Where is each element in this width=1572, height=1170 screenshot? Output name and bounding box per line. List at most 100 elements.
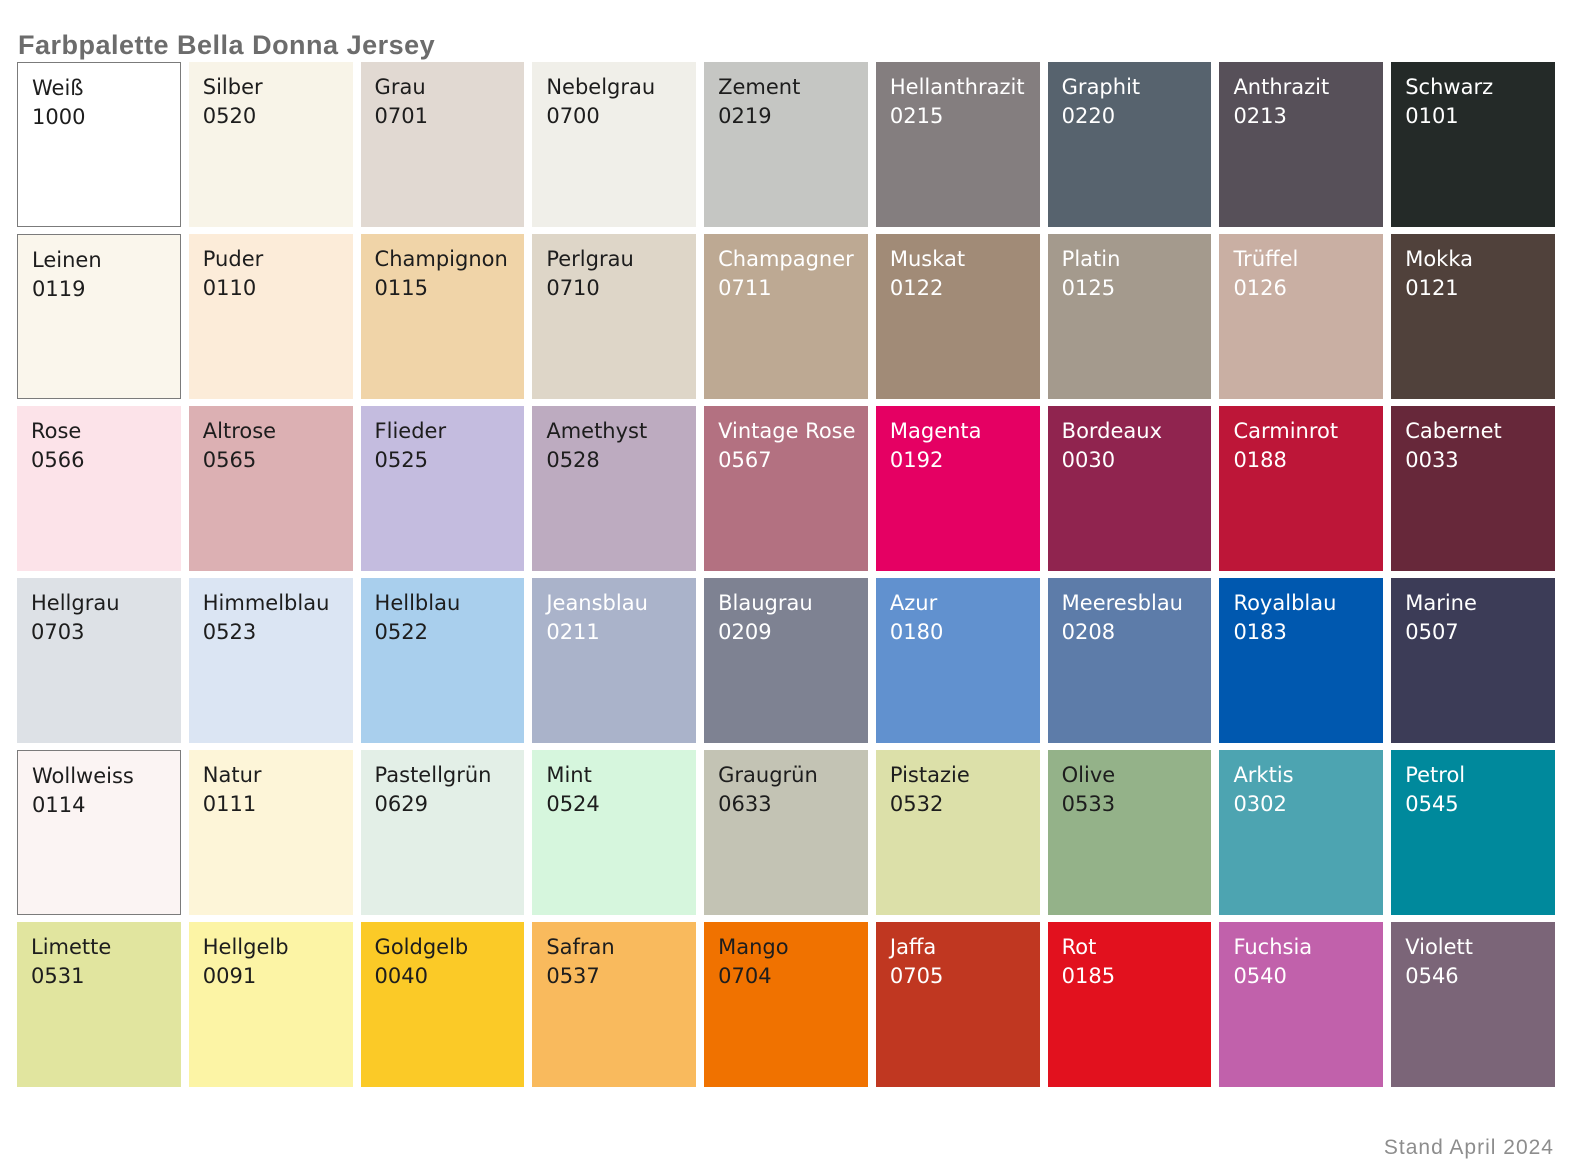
color-swatch-0115: Champignon0115: [361, 234, 525, 399]
swatch-name: Trüffel: [1233, 245, 1383, 274]
color-swatch-0537: Safran0537: [532, 922, 696, 1087]
swatch-code: 0507: [1405, 618, 1555, 647]
swatch-code: 0537: [546, 962, 696, 991]
swatch-name: Jeansblau: [546, 589, 696, 618]
color-swatch-0114: Wollweiss0114: [17, 750, 181, 915]
swatch-name: Puder: [203, 245, 353, 274]
color-swatch-0533: Olive0533: [1048, 750, 1212, 915]
swatch-name: Azur: [890, 589, 1040, 618]
swatch-name: Graugrün: [718, 761, 868, 790]
swatch-name: Cabernet: [1405, 417, 1555, 446]
color-swatch-0208: Meeresblau0208: [1048, 578, 1212, 743]
color-swatch-0545: Petrol0545: [1391, 750, 1555, 915]
color-palette-page: Farbpalette Bella Donna Jersey Weiß1000S…: [0, 0, 1572, 1170]
swatch-name: Carminrot: [1233, 417, 1383, 446]
color-swatch-0219: Zement0219: [704, 62, 868, 227]
swatch-name: Fuchsia: [1233, 933, 1383, 962]
color-swatch-0522: Hellblau0522: [361, 578, 525, 743]
color-swatch-0122: Muskat0122: [876, 234, 1040, 399]
swatch-name: Hellgelb: [203, 933, 353, 962]
color-swatch-0125: Platin0125: [1048, 234, 1212, 399]
color-palette-grid: Weiß1000Silber0520Grau0701Nebelgrau0700Z…: [17, 62, 1555, 1087]
swatch-code: 0711: [718, 274, 868, 303]
swatch-name: Perlgrau: [546, 245, 696, 274]
color-swatch-0121: Mokka0121: [1391, 234, 1555, 399]
swatch-name: Hellanthrazit: [890, 73, 1040, 102]
swatch-code: 0633: [718, 790, 868, 819]
swatch-code: 0522: [375, 618, 525, 647]
color-swatch-0704: Mango0704: [704, 922, 868, 1087]
swatch-code: 0126: [1233, 274, 1383, 303]
swatch-code: 0183: [1233, 618, 1383, 647]
swatch-name: Jaffa: [890, 933, 1040, 962]
swatch-name: Goldgelb: [375, 933, 525, 962]
color-swatch-0185: Rot0185: [1048, 922, 1212, 1087]
swatch-code: 0211: [546, 618, 696, 647]
color-swatch-0523: Himmelblau0523: [189, 578, 353, 743]
color-swatch-0220: Graphit0220: [1048, 62, 1212, 227]
swatch-name: Magenta: [890, 417, 1040, 446]
swatch-code: 0540: [1233, 962, 1383, 991]
swatch-name: Wollweiss: [32, 762, 180, 791]
swatch-code: 0302: [1233, 790, 1383, 819]
color-swatch-0040: Goldgelb0040: [361, 922, 525, 1087]
swatch-name: Mint: [546, 761, 696, 790]
color-swatch-0030: Bordeaux0030: [1048, 406, 1212, 571]
swatch-name: Pastellgrün: [375, 761, 525, 790]
color-swatch-0705: Jaffa0705: [876, 922, 1040, 1087]
swatch-code: 0114: [32, 791, 180, 820]
color-swatch-0524: Mint0524: [532, 750, 696, 915]
color-swatch-0211: Jeansblau0211: [532, 578, 696, 743]
color-swatch-0700: Nebelgrau0700: [532, 62, 696, 227]
swatch-name: Anthrazit: [1233, 73, 1383, 102]
swatch-code: 0700: [546, 102, 696, 131]
swatch-code: 0545: [1405, 790, 1555, 819]
swatch-name: Grau: [375, 73, 525, 102]
swatch-name: Zement: [718, 73, 868, 102]
swatch-code: 0629: [375, 790, 525, 819]
swatch-name: Marine: [1405, 589, 1555, 618]
swatch-name: Platin: [1062, 245, 1212, 274]
color-swatch-0567: Vintage Rose0567: [704, 406, 868, 571]
swatch-name: Safran: [546, 933, 696, 962]
swatch-code: 0525: [375, 446, 525, 475]
color-swatch-0033: Cabernet0033: [1391, 406, 1555, 571]
swatch-name: Petrol: [1405, 761, 1555, 790]
swatch-name: Arktis: [1233, 761, 1383, 790]
swatch-code: 0180: [890, 618, 1040, 647]
swatch-code: 0703: [31, 618, 181, 647]
swatch-name: Violett: [1405, 933, 1555, 962]
color-swatch-0540: Fuchsia0540: [1219, 922, 1383, 1087]
color-swatch-0710: Perlgrau0710: [532, 234, 696, 399]
color-swatch-0525: Flieder0525: [361, 406, 525, 571]
color-swatch-0215: Hellanthrazit0215: [876, 62, 1040, 227]
color-swatch-0213: Anthrazit0213: [1219, 62, 1383, 227]
swatch-code: 0110: [203, 274, 353, 303]
color-swatch-0532: Pistazie0532: [876, 750, 1040, 915]
swatch-name: Royalblau: [1233, 589, 1383, 618]
swatch-name: Champagner: [718, 245, 868, 274]
swatch-name: Limette: [31, 933, 181, 962]
swatch-name: Himmelblau: [203, 589, 353, 618]
swatch-code: 0101: [1405, 102, 1555, 131]
color-swatch-0188: Carminrot0188: [1219, 406, 1383, 571]
swatch-name: Natur: [203, 761, 353, 790]
swatch-name: Amethyst: [546, 417, 696, 446]
swatch-code: 0546: [1405, 962, 1555, 991]
swatch-code: 0119: [32, 275, 180, 304]
swatch-code: 0704: [718, 962, 868, 991]
swatch-code: 0524: [546, 790, 696, 819]
color-swatch-0111: Natur0111: [189, 750, 353, 915]
swatch-code: 0030: [1062, 446, 1212, 475]
swatch-code: 0533: [1062, 790, 1212, 819]
swatch-code: 0192: [890, 446, 1040, 475]
color-swatch-0110: Puder0110: [189, 234, 353, 399]
swatch-name: Rot: [1062, 933, 1212, 962]
swatch-name: Nebelgrau: [546, 73, 696, 102]
swatch-code: 0213: [1233, 102, 1383, 131]
swatch-name: Blaugrau: [718, 589, 868, 618]
swatch-code: 0531: [31, 962, 181, 991]
swatch-code: 0209: [718, 618, 868, 647]
swatch-code: 0215: [890, 102, 1040, 131]
swatch-name: Olive: [1062, 761, 1212, 790]
